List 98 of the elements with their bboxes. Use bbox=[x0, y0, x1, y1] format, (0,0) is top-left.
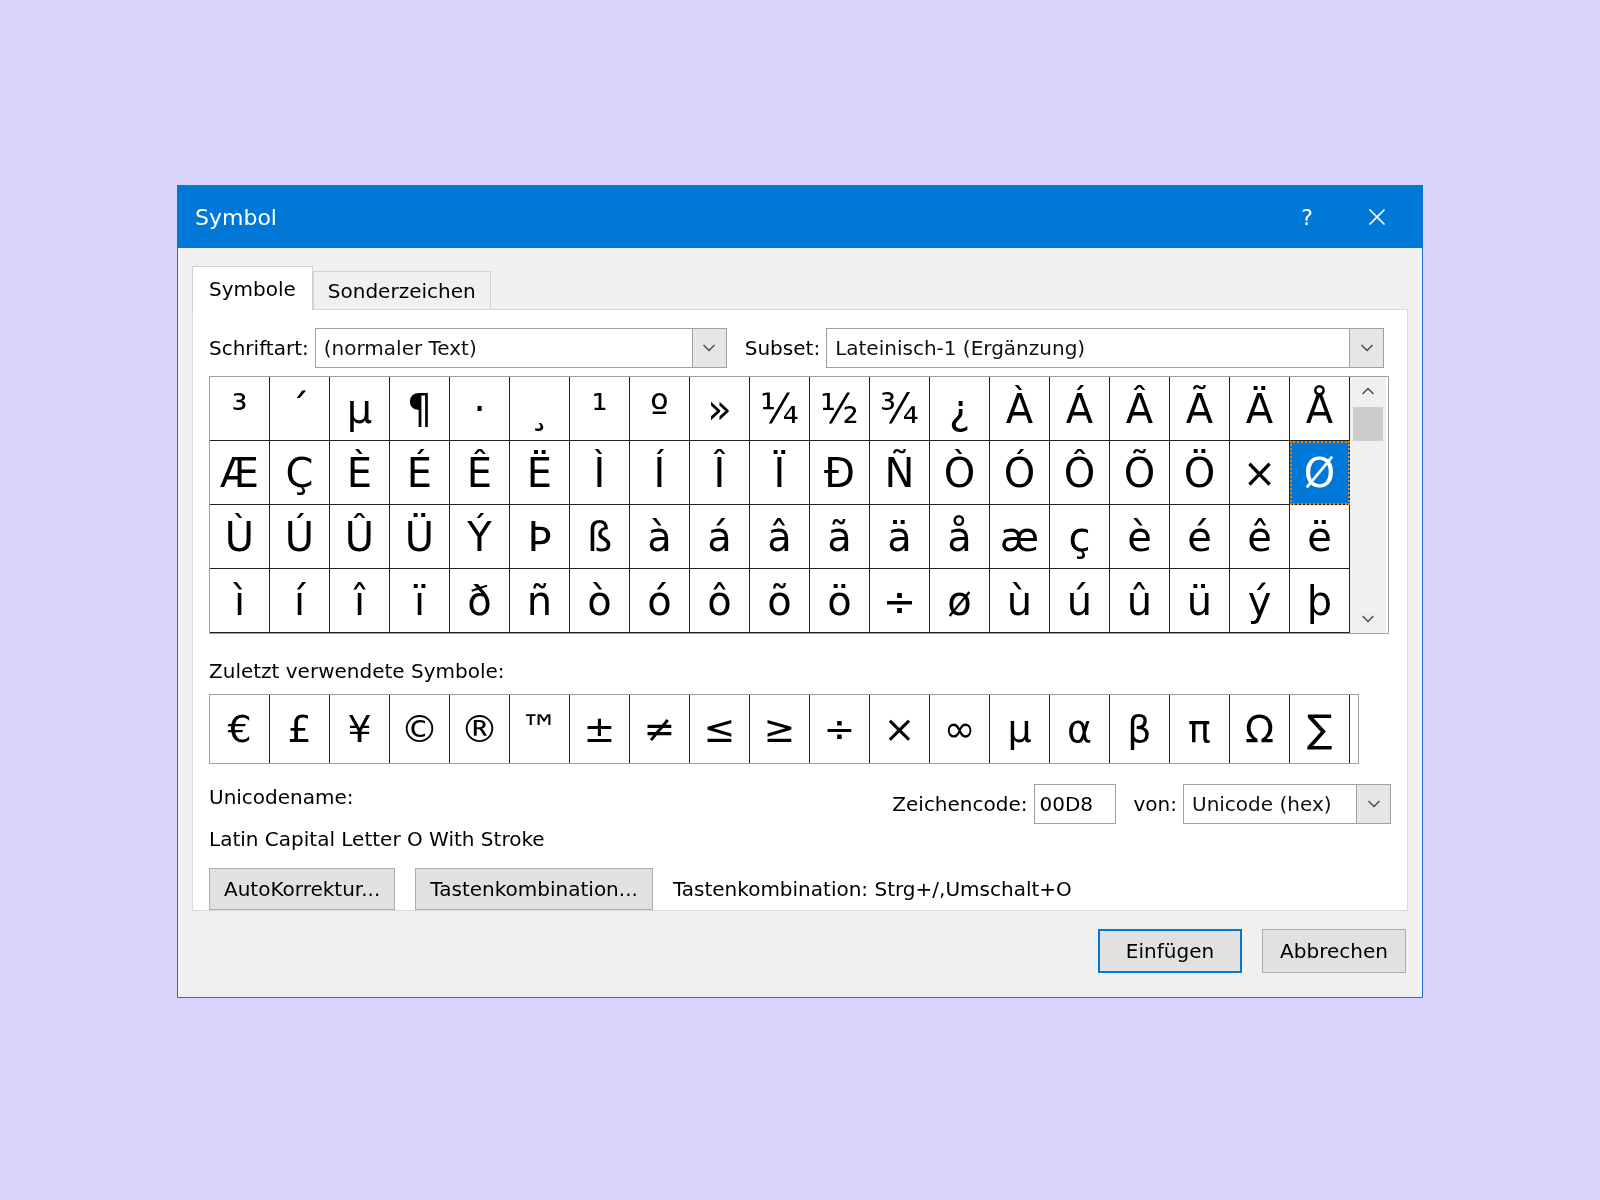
symbol-cell[interactable]: ½ bbox=[810, 377, 870, 441]
symbol-cell[interactable]: þ bbox=[1290, 569, 1350, 633]
symbol-cell[interactable]: Ä bbox=[1230, 377, 1290, 441]
symbol-cell[interactable]: · bbox=[450, 377, 510, 441]
symbol-cell[interactable]: ÷ bbox=[870, 569, 930, 633]
symbol-cell[interactable]: Ô bbox=[1050, 441, 1110, 505]
symbol-cell[interactable]: Â bbox=[1110, 377, 1170, 441]
symbol-cell[interactable]: û bbox=[1110, 569, 1170, 633]
symbol-cell[interactable]: Î bbox=[690, 441, 750, 505]
symbol-cell[interactable]: À bbox=[990, 377, 1050, 441]
symbol-cell[interactable]: ý bbox=[1230, 569, 1290, 633]
char-code-field[interactable]: 00D8 bbox=[1033, 784, 1116, 824]
symbol-cell[interactable]: ³ bbox=[210, 377, 270, 441]
symbol-cell[interactable]: Þ bbox=[510, 505, 570, 569]
symbol-cell[interactable]: ë bbox=[1290, 505, 1350, 569]
symbol-cell[interactable]: Ó bbox=[990, 441, 1050, 505]
symbol-cell[interactable]: à bbox=[630, 505, 690, 569]
symbol-cell[interactable]: Ò bbox=[930, 441, 990, 505]
symbol-cell[interactable]: × bbox=[1230, 441, 1290, 505]
symbol-cell[interactable]: è bbox=[1110, 505, 1170, 569]
symbol-cell[interactable]: ¸ bbox=[510, 377, 570, 441]
symbol-cell[interactable]: ç bbox=[1050, 505, 1110, 569]
insert-button[interactable]: Einfügen bbox=[1098, 929, 1242, 973]
shortcut-text: Tastenkombination: Strg+/,Umschalt+O bbox=[672, 876, 1072, 903]
from-dropdown[interactable]: Unicode (hex) bbox=[1183, 784, 1391, 824]
symbol-cell[interactable]: Ã bbox=[1170, 377, 1230, 441]
symbol-cell[interactable]: ñ bbox=[510, 569, 570, 633]
symbol-cell[interactable]: õ bbox=[750, 569, 810, 633]
symbol-cell[interactable]: ¹ bbox=[570, 377, 630, 441]
font-dropdown[interactable]: (normaler Text) bbox=[314, 328, 727, 368]
symbol-cell[interactable]: ¶ bbox=[390, 377, 450, 441]
symbol-cell[interactable]: Ë bbox=[510, 441, 570, 505]
symbol-cell[interactable]: ô bbox=[690, 569, 750, 633]
char-code-label: Zeichencode: bbox=[892, 791, 1028, 818]
shortcut-button[interactable]: Tastenkombination... bbox=[415, 868, 653, 910]
symbol-cell[interactable]: º bbox=[630, 377, 690, 441]
symbol-cell[interactable]: Ö bbox=[1170, 441, 1230, 505]
symbol-cell[interactable]: È bbox=[330, 441, 390, 505]
help-button[interactable]: ? bbox=[1272, 192, 1342, 242]
symbol-cell[interactable]: Æ bbox=[210, 441, 270, 505]
tab[interactable]: Symbole bbox=[192, 266, 313, 310]
symbol-cell[interactable]: Í bbox=[630, 441, 690, 505]
symbol-cell[interactable]: Å bbox=[1290, 377, 1350, 441]
symbol-cell[interactable]: Ï bbox=[750, 441, 810, 505]
unicode-name-value: Latin Capital Letter O With Stroke bbox=[209, 826, 546, 853]
symbol-cell[interactable]: Ð bbox=[810, 441, 870, 505]
autocorrect-button[interactable]: AutoKorrektur... bbox=[209, 868, 396, 910]
symbol-cell[interactable]: Ú bbox=[270, 505, 330, 569]
symbol-cell[interactable]: Û bbox=[330, 505, 390, 569]
symbol-cell[interactable]: é bbox=[1170, 505, 1230, 569]
symbol-cell[interactable]: Á bbox=[1050, 377, 1110, 441]
symbol-cell[interactable]: ì bbox=[210, 569, 270, 633]
symbol-cell[interactable]: ê bbox=[1230, 505, 1290, 569]
symbol-cell[interactable]: ¿ bbox=[930, 377, 990, 441]
symbol-cell[interactable]: Ü bbox=[390, 505, 450, 569]
symbol-cell[interactable]: Ø bbox=[1290, 441, 1350, 505]
symbol-cell[interactable]: æ bbox=[990, 505, 1050, 569]
symbol-cell[interactable]: â bbox=[750, 505, 810, 569]
font-label: Schriftart: bbox=[209, 335, 309, 362]
scrollbar[interactable] bbox=[1350, 377, 1386, 633]
symbol-cell[interactable]: ß bbox=[570, 505, 630, 569]
symbol-cell[interactable]: » bbox=[690, 377, 750, 441]
subset-dropdown[interactable]: Lateinisch-1 (Ergänzung) bbox=[826, 328, 1385, 368]
symbol-cell[interactable]: ´ bbox=[270, 377, 330, 441]
recent-symbols-label: Zuletzt verwendete Symbole: bbox=[209, 658, 506, 685]
symbol-cell[interactable]: ¼ bbox=[750, 377, 810, 441]
symbol-cell[interactable]: µ bbox=[330, 377, 390, 441]
symbol-cell[interactable]: Ý bbox=[450, 505, 510, 569]
symbol-cell[interactable]: Ç bbox=[270, 441, 330, 505]
symbol-cell[interactable]: Ì bbox=[570, 441, 630, 505]
cancel-button[interactable]: Abbrechen bbox=[1262, 929, 1406, 973]
symbol-cell[interactable]: ï bbox=[390, 569, 450, 633]
symbol-cell[interactable]: á bbox=[690, 505, 750, 569]
subset-label: Subset: bbox=[744, 335, 821, 362]
window-title: Symbol bbox=[195, 203, 278, 232]
from-label: von: bbox=[1133, 791, 1177, 818]
symbol-cell[interactable]: Ù bbox=[210, 505, 270, 569]
symbol-cell[interactable]: ¾ bbox=[870, 377, 930, 441]
symbol-cell[interactable]: ù bbox=[990, 569, 1050, 633]
symbol-cell[interactable]: ü bbox=[1170, 569, 1230, 633]
symbol-cell[interactable]: É bbox=[390, 441, 450, 505]
symbol-cell[interactable]: ò bbox=[570, 569, 630, 633]
symbol-cell[interactable]: ð bbox=[450, 569, 510, 633]
unicode-name-label: Unicodename: bbox=[209, 784, 355, 811]
scroll-thumb[interactable] bbox=[1353, 407, 1383, 441]
symbol-cell[interactable]: î bbox=[330, 569, 390, 633]
symbol-cell[interactable]: ø bbox=[930, 569, 990, 633]
symbol-cell[interactable]: ú bbox=[1050, 569, 1110, 633]
symbol-cell[interactable]: Ê bbox=[450, 441, 510, 505]
tab[interactable]: Sonderzeichen bbox=[312, 271, 491, 309]
symbol-cell[interactable]: í bbox=[270, 569, 330, 633]
symbol-cell[interactable]: Ñ bbox=[870, 441, 930, 505]
symbol-cell[interactable]: ã bbox=[810, 505, 870, 569]
symbol-cell[interactable]: å bbox=[930, 505, 990, 569]
symbol-cell[interactable]: ó bbox=[630, 569, 690, 633]
symbol-cell[interactable]: ö bbox=[810, 569, 870, 633]
symbol-cell[interactable]: ä bbox=[870, 505, 930, 569]
symbol-cell[interactable]: Õ bbox=[1110, 441, 1170, 505]
